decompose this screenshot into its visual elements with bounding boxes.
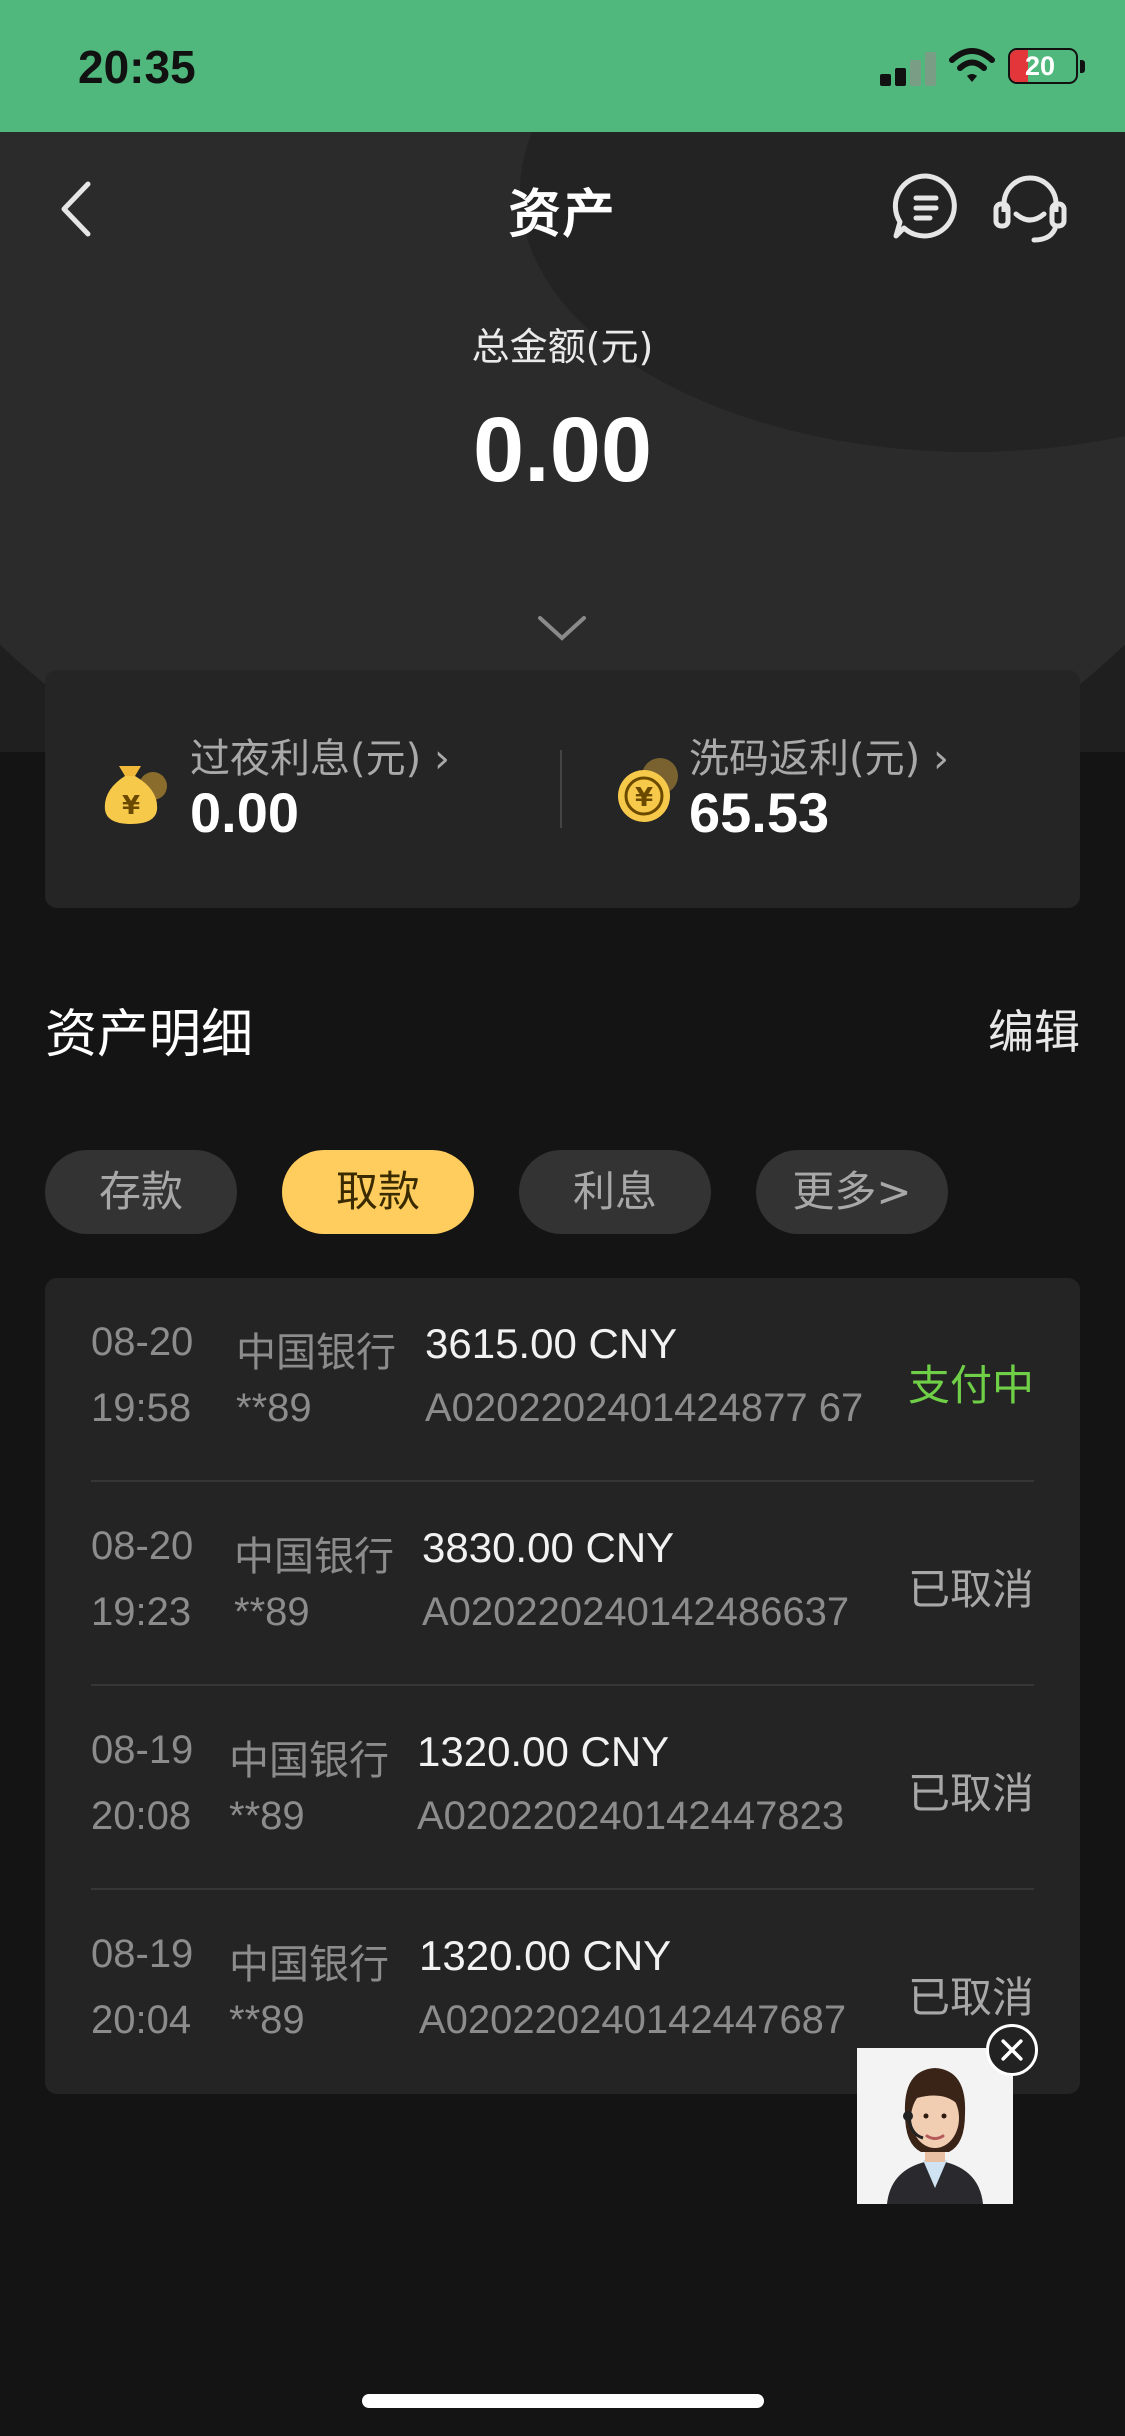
record-time: 20:04 — [91, 1998, 192, 2042]
rebate-label: 洗码返利(元) — [689, 736, 921, 782]
svg-text:¥: ¥ — [635, 783, 653, 813]
record-amount: 3830.00 CNY — [422, 1524, 675, 1571]
record-bank: 中国银行 — [229, 1943, 389, 1987]
record-order-id: A020220240142447823 — [417, 1794, 845, 1838]
close-icon[interactable] — [986, 2024, 1038, 2076]
withdraw-records-list: 08-20 19:58 中国银行 **89 3615.00 CNY A02022… — [45, 1278, 1080, 2094]
cellular-signal-icon — [880, 50, 936, 86]
wifi-icon — [949, 48, 995, 82]
status-time: 20:35 — [78, 41, 196, 93]
overnight-interest-item[interactable]: ¥ 过夜利息(元) › 0.00 — [45, 670, 560, 908]
record-status: 已取消 — [907, 1566, 1034, 1613]
edit-button[interactable]: 编辑 — [988, 996, 1080, 1062]
record-bank: 中国银行 — [229, 1739, 389, 1783]
rebate-value: 65.53 — [689, 781, 830, 844]
customer-service-avatar[interactable] — [857, 2048, 1013, 2204]
asset-details-title: 资产明细 — [45, 1005, 254, 1065]
record-order-id: A0202202401424877 67 — [425, 1386, 864, 1430]
customer-service-icon[interactable] — [990, 168, 1070, 248]
chevron-right-icon: › — [932, 736, 949, 782]
record-card: **89 — [229, 1794, 305, 1838]
battery-tip — [1080, 60, 1085, 73]
record-time: 19:23 — [91, 1590, 192, 1634]
record-date: 08-20 — [91, 1524, 194, 1568]
total-amount-label: 总金额(元) — [471, 325, 654, 369]
record-time: 19:58 — [91, 1386, 192, 1430]
record-status: 已取消 — [907, 1770, 1034, 1817]
summary-card: ¥ 过夜利息(元) › 0.00 ¥ 洗码返利(元) › 65.53 — [45, 670, 1080, 908]
money-bag-icon: ¥ — [104, 766, 167, 824]
record-bank: 中国银行 — [236, 1331, 396, 1375]
status-bar: 20:35 20 — [0, 0, 1125, 132]
record-time: 20:08 — [91, 1794, 192, 1838]
record-row[interactable]: 08-20 19:23 中国银行 **89 3830.00 CNY A02022… — [45, 1482, 1080, 1686]
coin-exchange-icon: ¥ — [618, 758, 678, 822]
record-row[interactable]: 08-19 20:08 中国银行 **89 1320.00 CNY A02022… — [45, 1686, 1080, 1890]
record-row[interactable]: 08-20 19:58 中国银行 **89 3615.00 CNY A02022… — [45, 1278, 1080, 1482]
record-amount: 1320.00 CNY — [419, 1932, 672, 1979]
battery-icon: 20 — [1008, 48, 1078, 84]
record-card: **89 — [234, 1590, 310, 1634]
overnight-interest-value: 0.00 — [190, 781, 299, 844]
record-status: 支付中 — [907, 1362, 1034, 1409]
record-card: **89 — [236, 1386, 312, 1430]
home-indicator — [362, 2394, 764, 2408]
rebate-item[interactable]: ¥ 洗码返利(元) › 65.53 — [562, 670, 1080, 908]
agent-portrait-icon — [857, 2048, 1013, 2204]
record-amount: 3615.00 CNY — [425, 1320, 678, 1367]
tab-deposit[interactable]: 存款 — [45, 1150, 237, 1234]
message-button[interactable] — [890, 170, 962, 242]
record-card: **89 — [229, 1998, 305, 2042]
record-order-id: A020220240142447687 — [419, 1998, 847, 2042]
overnight-interest-label: 过夜利息(元) — [190, 736, 422, 782]
record-bank: 中国银行 — [234, 1535, 394, 1579]
tab-withdraw[interactable]: 取款 — [282, 1150, 474, 1234]
record-status: 已取消 — [907, 1974, 1034, 2021]
chevron-right-icon: › — [433, 736, 450, 782]
record-amount: 1320.00 CNY — [417, 1728, 670, 1775]
total-amount-value: 0.00 — [472, 399, 653, 501]
tab-interest[interactable]: 利息 — [519, 1150, 711, 1234]
record-order-id: A020220240142486637 — [422, 1590, 850, 1634]
battery-level: 20 — [1024, 51, 1056, 81]
record-date: 08-19 — [91, 1728, 194, 1772]
record-date: 08-19 — [91, 1932, 194, 1976]
svg-text:¥: ¥ — [122, 791, 140, 821]
tab-more[interactable]: 更多> — [756, 1150, 948, 1234]
chevron-down-icon[interactable] — [536, 612, 588, 644]
record-date: 08-20 — [91, 1320, 194, 1364]
